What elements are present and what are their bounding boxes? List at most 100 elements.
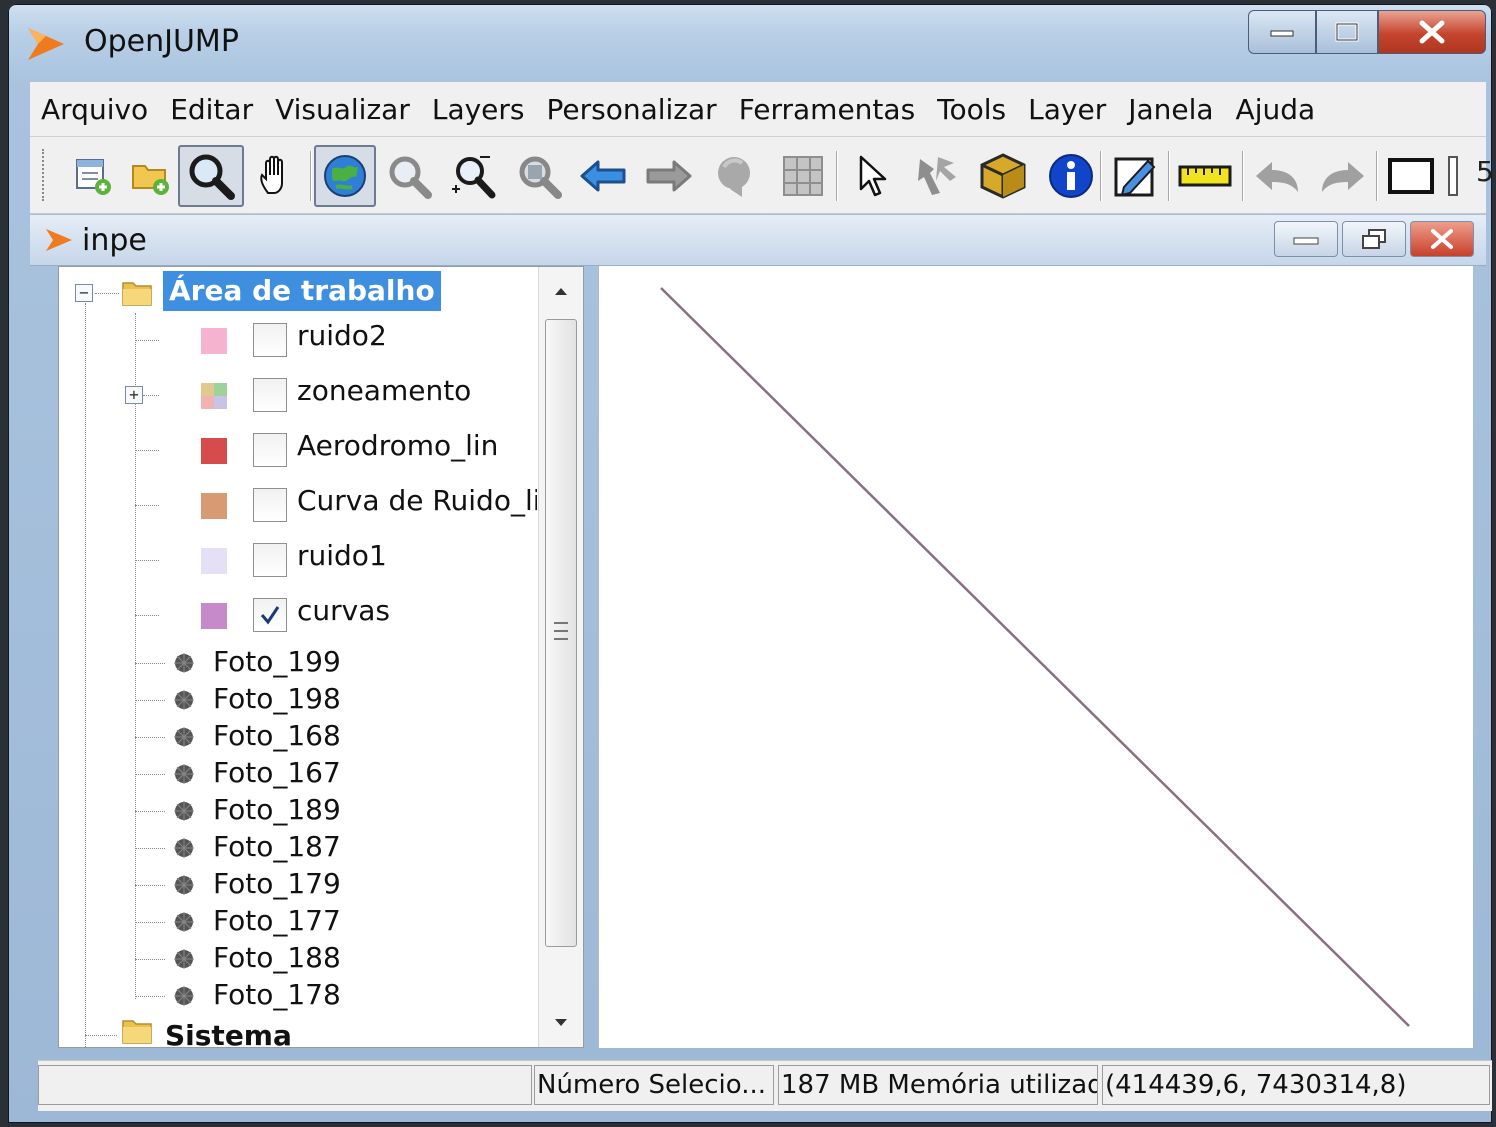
- new-category-button[interactable]: [64, 147, 122, 205]
- tree-connector: [135, 450, 159, 451]
- zoom-previous-button[interactable]: [574, 147, 632, 205]
- zoom-realtime-button[interactable]: [706, 147, 764, 205]
- tree-connector: [85, 1035, 117, 1036]
- menu-visualizar[interactable]: Visualizar: [264, 93, 421, 126]
- system-category-label[interactable]: Sistema: [165, 1019, 292, 1047]
- title-bar[interactable]: OpenJUMP: [8, 4, 1492, 78]
- zoom-realtime-icon: [718, 157, 750, 197]
- layer-color-swatch: [201, 603, 227, 629]
- toolbar-more-button[interactable]: [1442, 147, 1466, 205]
- select-box-button[interactable]: [974, 147, 1032, 205]
- menu-personalizar[interactable]: Personalizar: [536, 93, 728, 126]
- photo-layer-row[interactable]: Foto_168: [59, 719, 537, 756]
- tree-vertical-scrollbar[interactable]: [538, 267, 583, 1047]
- undo-button[interactable]: [1248, 147, 1306, 205]
- photo-layer-name: Foto_199: [213, 645, 341, 678]
- menu-ferramentas[interactable]: Ferramentas: [728, 93, 926, 126]
- zoom-tool-button[interactable]: [178, 145, 244, 207]
- minimize-icon: [1293, 237, 1319, 245]
- menu-arquivo[interactable]: Arquivo: [30, 93, 159, 126]
- photo-layer-row[interactable]: Foto_199: [59, 645, 537, 682]
- photo-layer-row[interactable]: Foto_188: [59, 941, 537, 978]
- scroll-down-button[interactable]: [539, 999, 583, 1047]
- tree-connector: [135, 848, 165, 849]
- layer-visibility-checkbox[interactable]: [253, 488, 287, 522]
- layer-visibility-checkbox-checked[interactable]: [253, 598, 287, 632]
- task-minimize-button[interactable]: [1274, 221, 1338, 257]
- photo-layer-row[interactable]: Foto_167: [59, 756, 537, 793]
- measure-button[interactable]: [1176, 147, 1234, 205]
- open-project-icon: [132, 165, 169, 195]
- open-project-button[interactable]: [122, 147, 180, 205]
- expand-layer-toggle[interactable]: +: [125, 386, 143, 404]
- layer-row[interactable]: Aerodromo_lin: [59, 425, 537, 475]
- tree-connector: [135, 505, 159, 506]
- zoom-full-extent-button[interactable]: [314, 145, 376, 207]
- tree-connector: [135, 340, 159, 341]
- photo-layer-row[interactable]: Foto_187: [59, 830, 537, 867]
- menu-editar[interactable]: Editar: [159, 93, 264, 126]
- checkmark-icon: [260, 606, 280, 625]
- layer-visibility-checkbox[interactable]: [253, 323, 287, 357]
- layer-tree[interactable]: − Área de trabalho ruido2 + zoneamento A…: [59, 267, 537, 1047]
- layer-visibility-checkbox[interactable]: [253, 543, 287, 577]
- layer-row[interactable]: Curva de Ruido_lin: [59, 480, 537, 530]
- info-button[interactable]: [1042, 147, 1100, 205]
- layer-visibility-checkbox[interactable]: [253, 433, 287, 467]
- status-selected-count: Número Selecio...: [534, 1065, 774, 1105]
- move-feature-icon: [918, 157, 956, 195]
- photo-layer-row[interactable]: Foto_178: [59, 978, 537, 1015]
- layer-name: Curva de Ruido_lin: [297, 484, 537, 517]
- redo-button[interactable]: [1314, 147, 1372, 205]
- zoom-selected-button[interactable]: [444, 147, 502, 205]
- photo-layer-row[interactable]: Foto_179: [59, 867, 537, 904]
- task-restore-button[interactable]: [1342, 221, 1406, 257]
- photo-layer-row[interactable]: Foto_198: [59, 682, 537, 719]
- scroll-up-button[interactable]: [539, 267, 583, 315]
- menu-ajuda[interactable]: Ajuda: [1225, 93, 1327, 126]
- task-close-button[interactable]: [1410, 221, 1474, 257]
- edit-toggle-button[interactable]: [1106, 147, 1164, 205]
- menu-tools[interactable]: Tools: [926, 93, 1017, 126]
- tree-connector: [135, 560, 159, 561]
- photo-layer-row[interactable]: Foto_189: [59, 793, 537, 830]
- menu-layer[interactable]: Layer: [1017, 93, 1117, 126]
- layer-row[interactable]: curvas: [59, 590, 537, 640]
- close-icon: [1431, 229, 1453, 249]
- layer-color-swatch: [201, 328, 227, 354]
- pan-button[interactable]: [248, 147, 306, 205]
- move-feature-button[interactable]: [908, 147, 966, 205]
- collapse-root-toggle[interactable]: −: [75, 284, 93, 302]
- close-button[interactable]: [1378, 10, 1486, 54]
- minimize-icon: [1270, 30, 1294, 37]
- scroll-thumb[interactable]: [545, 319, 577, 947]
- map-view[interactable]: [598, 266, 1473, 1048]
- curve-feature[interactable]: [660, 287, 1410, 1027]
- zoom-next-button[interactable]: [640, 147, 698, 205]
- maximize-button[interactable]: [1316, 10, 1378, 54]
- layer-row[interactable]: + zoneamento: [59, 370, 537, 420]
- root-category-label[interactable]: Área de trabalho: [163, 271, 441, 311]
- map-canvas[interactable]: [599, 266, 1473, 1048]
- task-frame-titlebar[interactable]: inpe: [30, 215, 1486, 266]
- partial-tool-icon: [1448, 156, 1458, 196]
- fence-button[interactable]: [1382, 147, 1440, 205]
- layer-visibility-checkbox[interactable]: [253, 378, 287, 412]
- folder-open-icon: [122, 282, 152, 306]
- select-button[interactable]: [842, 147, 900, 205]
- menu-layers[interactable]: Layers: [421, 93, 536, 126]
- minimize-button[interactable]: [1248, 10, 1316, 54]
- zoom-in-button[interactable]: [380, 147, 438, 205]
- zoom-fence-button[interactable]: [510, 147, 568, 205]
- measure-ruler-icon: [1178, 165, 1232, 187]
- layer-name: zoneamento: [297, 374, 472, 407]
- menu-janela[interactable]: Janela: [1117, 93, 1224, 126]
- app-window: OpenJUMP Arquivo Editar Visualizar Layer…: [8, 4, 1494, 1123]
- grid-button[interactable]: [774, 147, 832, 205]
- toolbar-grip[interactable]: [42, 149, 50, 201]
- layer-row[interactable]: ruido2: [59, 315, 537, 365]
- photo-layer-row[interactable]: Foto_177: [59, 904, 537, 941]
- openjump-logo-icon: [28, 28, 64, 60]
- redo-icon: [1322, 162, 1364, 192]
- layer-row[interactable]: ruido1: [59, 535, 537, 585]
